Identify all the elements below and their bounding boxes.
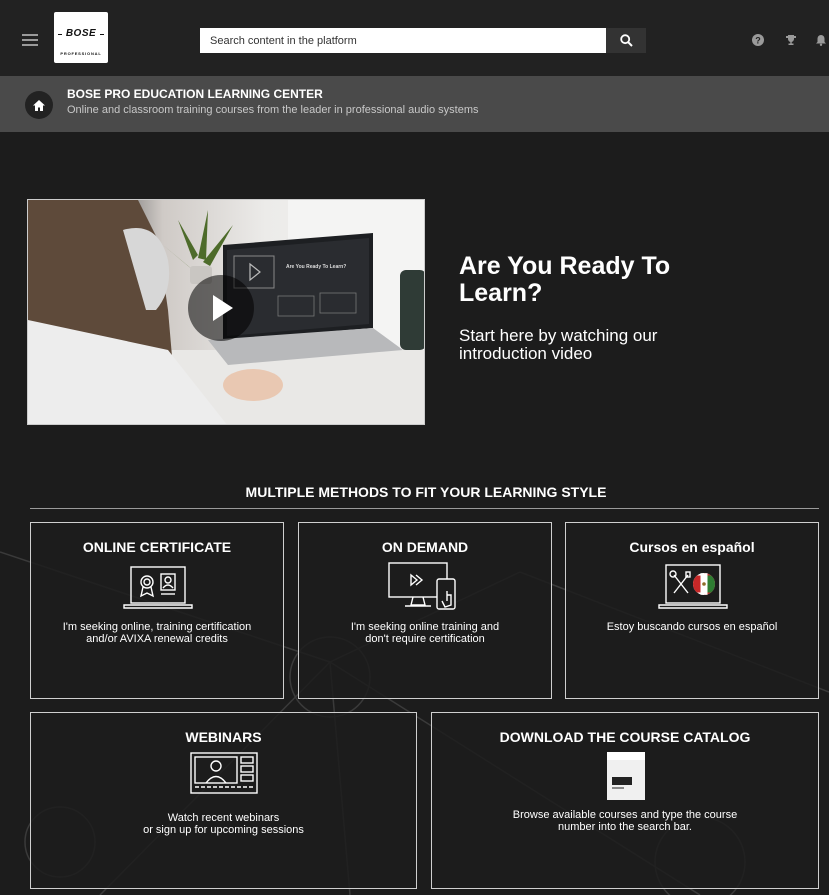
card-description: Browse available courses and type the co… bbox=[512, 809, 738, 833]
spanish-courses-laptop-icon bbox=[658, 564, 728, 609]
video-thumbnail: Are You Ready To Learn? bbox=[28, 200, 424, 424]
bose-professional-logo[interactable]: BOSE PROFESSIONAL bbox=[54, 12, 108, 63]
card-description: I'm seeking online training and don't re… bbox=[350, 621, 500, 645]
page-subtitle: Online and classroom training courses fr… bbox=[67, 104, 479, 116]
card-title: WEBINARS bbox=[185, 729, 262, 745]
certificate-laptop-icon bbox=[123, 566, 193, 609]
hero-title: Are You Ready To Learn? bbox=[459, 252, 671, 307]
hero-subtitle: Start here by watching our introduction … bbox=[459, 326, 658, 363]
section-title: MULTIPLE METHODS TO FIT YOUR LEARNING ST… bbox=[245, 484, 607, 500]
search-input[interactable] bbox=[200, 28, 606, 53]
home-icon bbox=[33, 99, 45, 111]
card-description: Watch recent webinars or sign up for upc… bbox=[143, 812, 304, 836]
top-bar: BOSE PROFESSIONAL ? bbox=[0, 0, 829, 76]
card-title: DOWNLOAD THE COURSE CATALOG bbox=[499, 729, 751, 745]
card-cursos-en-espanol[interactable]: Cursos en español Estoy buscando cursos … bbox=[565, 522, 819, 699]
video-screen-title: Are You Ready To Learn? bbox=[286, 264, 346, 270]
home-button[interactable] bbox=[25, 91, 53, 119]
card-title: ON DEMAND bbox=[381, 539, 469, 555]
hamburger-menu-icon[interactable] bbox=[22, 34, 38, 46]
card-webinars[interactable]: WEBINARS Watch recent webinars or sign u… bbox=[30, 712, 417, 889]
bell-icon[interactable] bbox=[815, 33, 827, 47]
card-description: Estoy buscando cursos en español bbox=[606, 621, 778, 633]
page-title: BOSE PRO EDUCATION LEARNING CENTER bbox=[67, 87, 323, 101]
search-icon bbox=[619, 34, 633, 47]
webinar-screen-icon bbox=[190, 752, 258, 794]
trophy-icon[interactable] bbox=[784, 33, 798, 47]
search-button[interactable] bbox=[606, 28, 646, 53]
card-description: I'm seeking online, training certificati… bbox=[62, 621, 252, 645]
help-icon[interactable]: ? bbox=[751, 33, 765, 47]
svg-text:?: ? bbox=[755, 36, 761, 46]
course-catalog-icon bbox=[607, 752, 645, 800]
logo-brand: BOSE bbox=[58, 28, 104, 39]
card-download-course-catalog[interactable]: DOWNLOAD THE COURSE CATALOG Browse avail… bbox=[431, 712, 819, 889]
on-demand-devices-icon bbox=[388, 562, 456, 610]
page-header-banner: BOSE PRO EDUCATION LEARNING CENTER Onlin… bbox=[0, 76, 829, 132]
card-online-certificate[interactable]: ONLINE CERTIFICATE I'm seeking online, t… bbox=[30, 522, 284, 699]
card-title: ONLINE CERTIFICATE bbox=[82, 539, 232, 555]
intro-video-player[interactable]: Are You Ready To Learn? bbox=[27, 199, 425, 425]
section-divider bbox=[30, 508, 819, 509]
card-title: Cursos en español bbox=[629, 539, 755, 555]
logo-sub: PROFESSIONAL bbox=[60, 51, 102, 56]
card-on-demand[interactable]: ON DEMAND I'm seeking online training an… bbox=[298, 522, 552, 699]
